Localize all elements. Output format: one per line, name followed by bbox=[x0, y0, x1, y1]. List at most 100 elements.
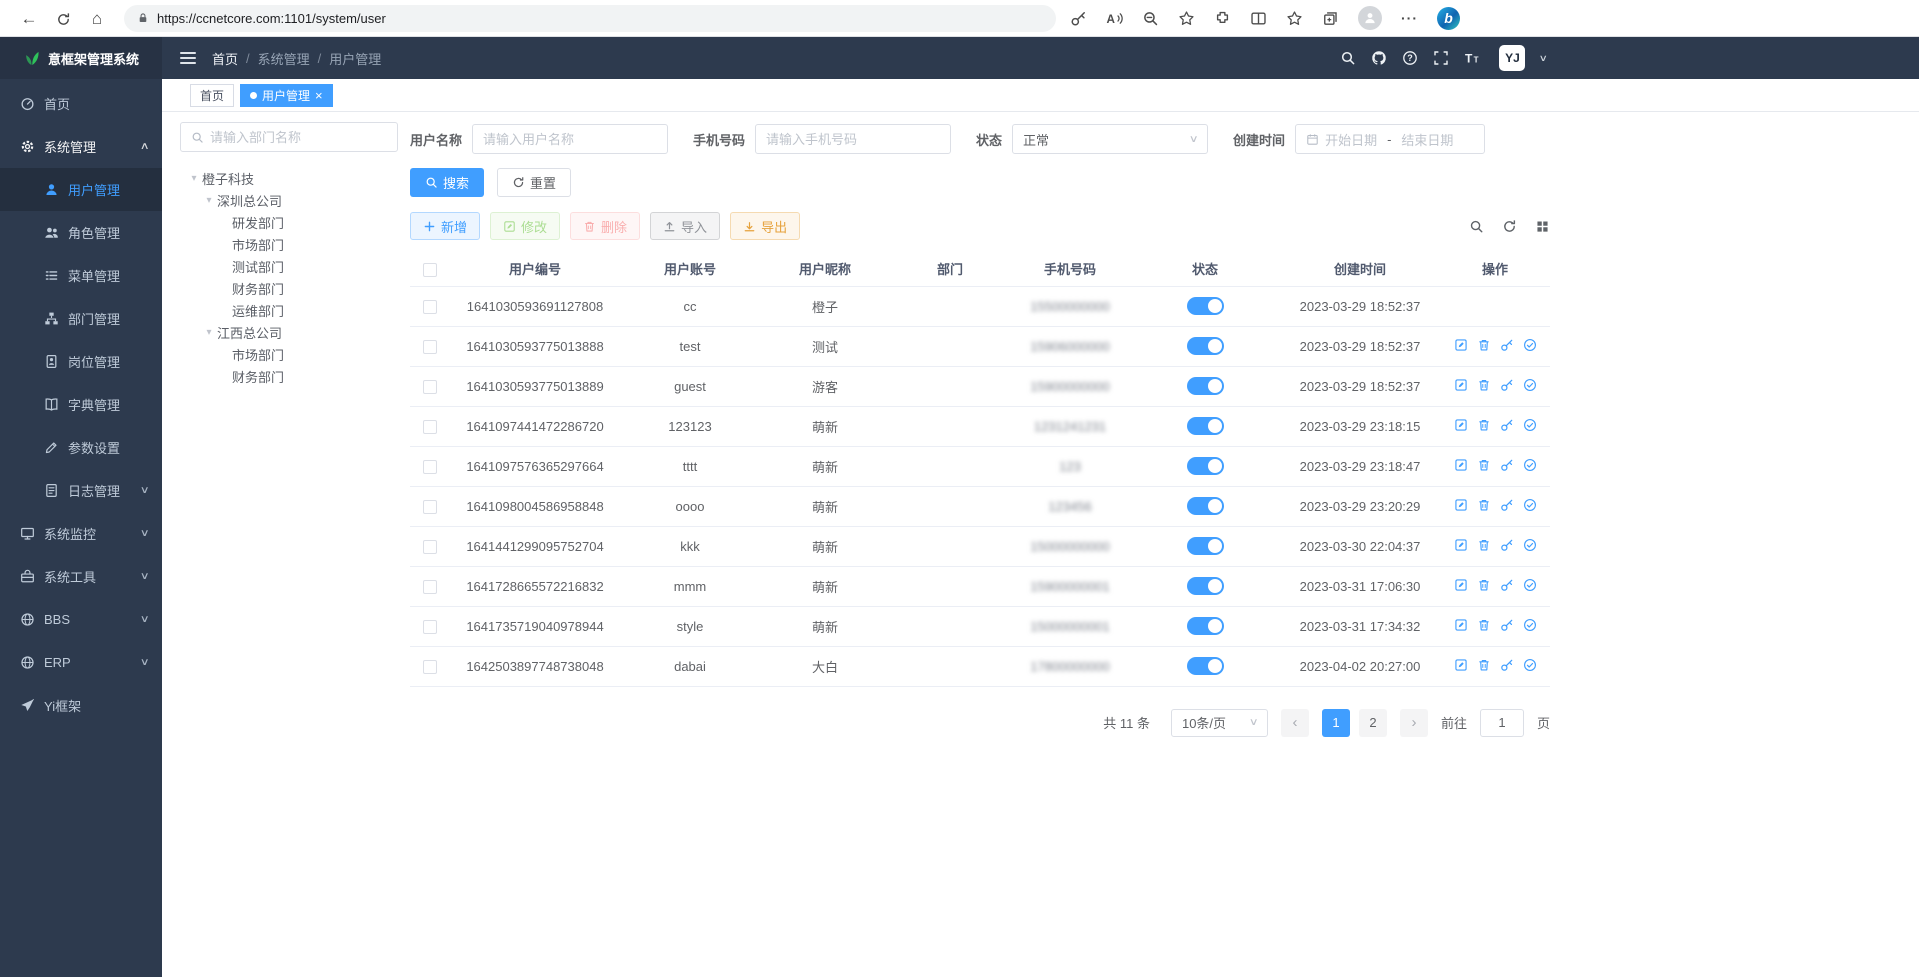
profile-avatar[interactable] bbox=[1358, 6, 1382, 30]
add-button[interactable]: 新增 bbox=[410, 212, 480, 240]
assign-role-icon[interactable] bbox=[1523, 338, 1537, 352]
status-toggle[interactable] bbox=[1187, 537, 1224, 555]
status-toggle[interactable] bbox=[1187, 497, 1224, 515]
row-checkbox[interactable] bbox=[423, 380, 437, 394]
edit-icon[interactable] bbox=[1454, 538, 1468, 552]
status-select[interactable]: 正常 ∨ bbox=[1012, 124, 1208, 154]
view-tab[interactable]: 首页 × bbox=[190, 84, 234, 107]
dept-tree-node[interactable]: 市场部门 bbox=[180, 343, 398, 365]
delete-icon[interactable] bbox=[1477, 458, 1491, 472]
dept-tree-node[interactable]: 财务部门 bbox=[180, 365, 398, 387]
settings-menu-icon[interactable]: ··· bbox=[1401, 10, 1418, 26]
reset-password-icon[interactable] bbox=[1500, 538, 1514, 552]
reset-password-icon[interactable] bbox=[1500, 418, 1514, 432]
dept-tree-node[interactable]: 运维部门 bbox=[180, 299, 398, 321]
sidebar-item[interactable]: BBS ∨ bbox=[0, 598, 162, 641]
status-toggle[interactable] bbox=[1187, 377, 1224, 395]
username-field[interactable] bbox=[483, 132, 657, 147]
row-checkbox[interactable] bbox=[423, 500, 437, 514]
assign-role-icon[interactable] bbox=[1523, 418, 1537, 432]
back-icon[interactable]: ← bbox=[12, 0, 46, 37]
export-button[interactable]: 导出 bbox=[730, 212, 800, 240]
dept-tree-node[interactable]: ▾ 深圳总公司 bbox=[180, 189, 398, 211]
edit-icon[interactable] bbox=[1454, 618, 1468, 632]
address-bar[interactable]: https://ccnetcore.com:1101/system/user bbox=[124, 5, 1056, 32]
phone-field[interactable] bbox=[766, 132, 940, 147]
edit-icon[interactable] bbox=[1454, 418, 1468, 432]
status-toggle[interactable] bbox=[1187, 297, 1224, 315]
edit-icon[interactable] bbox=[1454, 458, 1468, 472]
zoom-out-icon[interactable] bbox=[1142, 10, 1159, 27]
status-toggle[interactable] bbox=[1187, 417, 1224, 435]
collections-icon[interactable] bbox=[1322, 10, 1339, 27]
extensions-icon[interactable] bbox=[1214, 10, 1231, 27]
row-checkbox[interactable] bbox=[423, 340, 437, 354]
header-search-icon[interactable] bbox=[1340, 50, 1356, 66]
row-checkbox[interactable] bbox=[423, 460, 437, 474]
toggle-search-icon[interactable] bbox=[1469, 219, 1484, 234]
sidebar-item[interactable]: 系统管理 ∧ bbox=[0, 125, 162, 168]
dept-tree-node[interactable]: 市场部门 bbox=[180, 233, 398, 255]
delete-icon[interactable] bbox=[1477, 618, 1491, 632]
select-all-checkbox[interactable] bbox=[423, 263, 437, 277]
delete-icon[interactable] bbox=[1477, 338, 1491, 352]
edit-icon[interactable] bbox=[1454, 578, 1468, 592]
reset-password-icon[interactable] bbox=[1500, 338, 1514, 352]
edit-icon[interactable] bbox=[1454, 378, 1468, 392]
sidebar-item[interactable]: 日志管理 ∨ bbox=[0, 469, 162, 512]
delete-button[interactable]: 删除 bbox=[570, 212, 640, 240]
row-checkbox[interactable] bbox=[423, 620, 437, 634]
home-icon[interactable]: ⌂ bbox=[80, 0, 114, 37]
sidebar-item[interactable]: 字典管理 bbox=[0, 383, 162, 426]
status-toggle[interactable] bbox=[1187, 657, 1224, 675]
sidebar-item[interactable]: 首页 bbox=[0, 82, 162, 125]
row-checkbox[interactable] bbox=[423, 420, 437, 434]
goto-page-field[interactable] bbox=[1491, 715, 1513, 730]
fullscreen-icon[interactable] bbox=[1433, 50, 1449, 66]
next-page-button[interactable]: › bbox=[1400, 709, 1428, 737]
status-toggle[interactable] bbox=[1187, 457, 1224, 475]
assign-role-icon[interactable] bbox=[1523, 658, 1537, 672]
status-toggle[interactable] bbox=[1187, 617, 1224, 635]
password-key-icon[interactable] bbox=[1070, 10, 1087, 27]
column-settings-icon[interactable] bbox=[1535, 219, 1550, 234]
page-size-select[interactable]: 10条/页 ∨ bbox=[1171, 709, 1268, 737]
sidebar-item[interactable]: 系统监控 ∨ bbox=[0, 512, 162, 555]
sidebar-item[interactable]: 角色管理 bbox=[0, 211, 162, 254]
reset-password-icon[interactable] bbox=[1500, 378, 1514, 392]
import-button[interactable]: 导入 bbox=[650, 212, 720, 240]
breadcrumb-item[interactable]: 用户管理 bbox=[329, 49, 381, 68]
edit-button[interactable]: 修改 bbox=[490, 212, 560, 240]
row-checkbox[interactable] bbox=[423, 660, 437, 674]
prev-page-button[interactable]: ‹ bbox=[1281, 709, 1309, 737]
assign-role-icon[interactable] bbox=[1523, 458, 1537, 472]
row-checkbox[interactable] bbox=[423, 540, 437, 554]
favorites-bar-icon[interactable] bbox=[1286, 10, 1303, 27]
sidebar-item[interactable]: 岗位管理 bbox=[0, 340, 162, 383]
assign-role-icon[interactable] bbox=[1523, 618, 1537, 632]
sidebar-item[interactable]: 用户管理 bbox=[0, 168, 162, 211]
username-input[interactable] bbox=[472, 124, 668, 154]
assign-role-icon[interactable] bbox=[1523, 498, 1537, 512]
row-checkbox[interactable] bbox=[423, 580, 437, 594]
font-size-icon[interactable] bbox=[1464, 50, 1480, 66]
user-menu-caret-icon[interactable]: ∨ bbox=[1539, 53, 1548, 64]
reset-button[interactable]: 重置 bbox=[497, 168, 571, 197]
sidebar-item[interactable]: 参数设置 bbox=[0, 426, 162, 469]
delete-icon[interactable] bbox=[1477, 538, 1491, 552]
edit-icon[interactable] bbox=[1454, 658, 1468, 672]
dept-tree-node[interactable]: 测试部门 bbox=[180, 255, 398, 277]
favorites-icon[interactable] bbox=[1178, 10, 1195, 27]
edit-icon[interactable] bbox=[1454, 338, 1468, 352]
status-toggle[interactable] bbox=[1187, 337, 1224, 355]
delete-icon[interactable] bbox=[1477, 498, 1491, 512]
refresh-table-icon[interactable] bbox=[1502, 219, 1517, 234]
reset-password-icon[interactable] bbox=[1500, 498, 1514, 512]
read-aloud-icon[interactable] bbox=[1106, 10, 1123, 27]
dept-tree-node[interactable]: ▾ 江西总公司 bbox=[180, 321, 398, 343]
sidebar-item[interactable]: Yi框架 bbox=[0, 684, 162, 727]
dept-search-input[interactable] bbox=[180, 122, 398, 152]
row-checkbox[interactable] bbox=[423, 300, 437, 314]
assign-role-icon[interactable] bbox=[1523, 538, 1537, 552]
sidebar-item[interactable]: 系统工具 ∨ bbox=[0, 555, 162, 598]
